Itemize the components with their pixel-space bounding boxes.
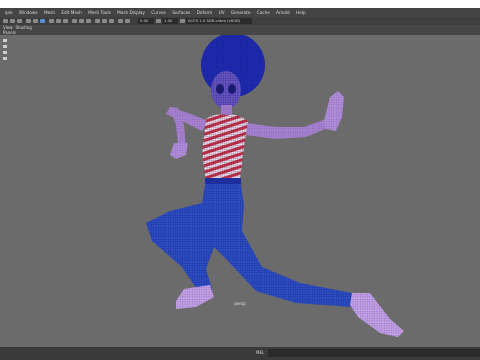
head xyxy=(211,71,241,109)
window-top-strip xyxy=(0,0,480,8)
panel-menu-shading[interactable]: Shading xyxy=(16,25,32,30)
menu-item-mesh-tools[interactable]: Mesh Tools xyxy=(88,8,111,17)
menu-item-uv[interactable]: UV xyxy=(219,8,225,17)
snap-grid-icon[interactable] xyxy=(49,19,54,23)
lasso-tool-icon[interactable] xyxy=(10,19,15,23)
right-shoe xyxy=(350,293,404,337)
panel-menu: View Shading Panels xyxy=(0,25,32,35)
striped-top xyxy=(202,114,248,181)
menu-item-mesh-display[interactable]: Mesh Display xyxy=(117,8,145,17)
move-tool-icon[interactable] xyxy=(26,19,31,23)
textured-icon[interactable] xyxy=(95,19,100,23)
menu-item-surfaces[interactable]: Surfaces xyxy=(172,8,190,17)
main-menubar: iple Windows Mesh Edit Mesh Mesh Tools M… xyxy=(0,8,480,17)
camera-label: persp xyxy=(234,301,246,306)
menu-item-deform[interactable]: Deform xyxy=(197,8,213,17)
paint-tool-icon[interactable] xyxy=(17,19,22,23)
menu-item-generate[interactable]: Generate xyxy=(231,8,251,17)
smooth-shade-icon[interactable] xyxy=(86,19,91,23)
neck xyxy=(221,105,232,115)
xray-icon[interactable] xyxy=(118,19,123,23)
snap-curve-icon[interactable] xyxy=(56,19,61,23)
gamma-field[interactable]: 1.00 xyxy=(162,18,178,24)
menu-item-edit-mesh[interactable]: Edit Mesh xyxy=(61,8,81,17)
view-transform-select[interactable]: ACES 1.0 SDR-video (sRGB) xyxy=(186,18,252,24)
character-model[interactable] xyxy=(146,35,404,337)
menu-item-cache[interactable]: Cache xyxy=(257,8,270,17)
exposure-field[interactable]: 0.00 xyxy=(138,18,154,24)
left-hand xyxy=(170,143,188,159)
menu-item-arnold[interactable]: Arnold xyxy=(276,8,290,17)
menu-item-mesh[interactable]: Mesh xyxy=(44,8,55,17)
menu-item-curves[interactable]: Curves xyxy=(151,8,166,17)
right-arm xyxy=(246,119,330,139)
menu-item[interactable]: iple xyxy=(5,8,13,17)
lighting-icon[interactable] xyxy=(102,19,107,23)
color-management-icon[interactable] xyxy=(180,19,185,23)
command-input[interactable] xyxy=(268,349,480,357)
jeans xyxy=(146,178,352,307)
command-line: MEL xyxy=(0,347,480,360)
menu-item-help[interactable]: Help xyxy=(296,8,306,17)
rotate-tool-icon[interactable] xyxy=(33,19,38,23)
select-tool-icon[interactable] xyxy=(3,19,8,23)
scale-tool-icon[interactable] xyxy=(40,19,45,23)
gamma-icon[interactable] xyxy=(156,19,161,23)
left-shoe xyxy=(176,285,214,309)
shadows-icon[interactable] xyxy=(109,19,114,23)
isolate-icon[interactable] xyxy=(125,19,130,23)
panel-toolbar xyxy=(0,25,480,35)
command-language-label[interactable]: MEL xyxy=(256,350,264,355)
right-hand xyxy=(324,91,344,131)
camera-icon[interactable] xyxy=(72,19,77,23)
wireframe-icon[interactable] xyxy=(79,19,84,23)
snap-point-icon[interactable] xyxy=(63,19,68,23)
menu-item-windows[interactable]: Windows xyxy=(19,8,38,17)
left-arm xyxy=(166,107,208,147)
